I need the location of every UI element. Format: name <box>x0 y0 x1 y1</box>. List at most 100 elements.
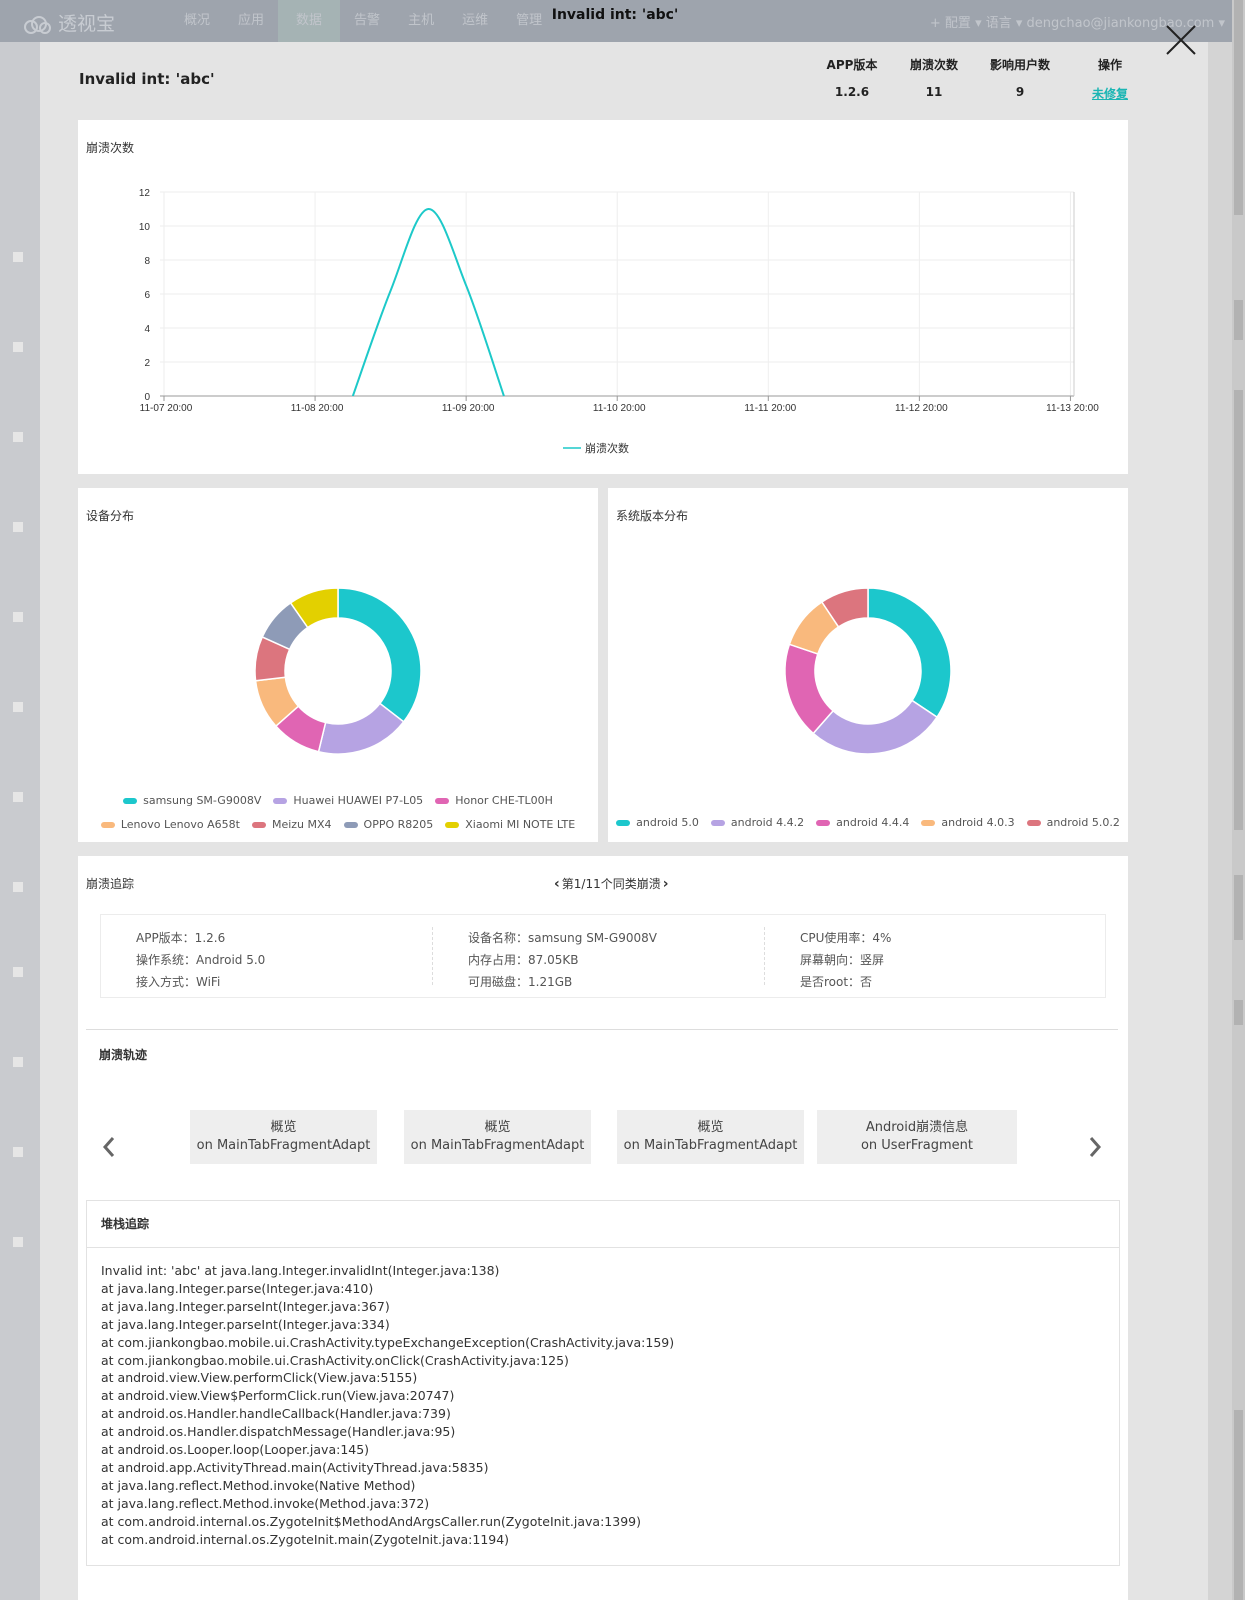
legend-label: android 5.0 <box>636 816 699 829</box>
background-sidebar <box>0 42 40 1600</box>
donut-slice[interactable] <box>867 587 952 719</box>
donut-slice[interactable] <box>784 643 835 735</box>
legend-item[interactable]: Lenovo Lenovo A658t <box>100 814 240 836</box>
stack-trace-line: Invalid int: 'abc' at java.lang.Integer.… <box>101 1263 500 1278</box>
crash-trace-panel: 崩溃追踪 ‹ 第1/11个同类崩溃 › APP版本：1.2.6 操作系统：Andr… <box>78 856 1128 1600</box>
scrollbar-thumb[interactable] <box>1234 390 1243 830</box>
background-sidebar-marker <box>13 522 23 532</box>
legend-swatch <box>921 820 936 826</box>
legend-swatch <box>343 822 358 828</box>
legend-label: OPPO R8205 <box>363 818 434 831</box>
info-item: 操作系统：Android 5.0 <box>136 953 266 967</box>
legend-item[interactable]: Xiaomi MI NOTE LTE <box>445 814 575 836</box>
info-separator <box>764 927 765 985</box>
chevron-left-icon[interactable]: ‹ <box>554 876 560 892</box>
stack-trace-line: at android.os.Handler.handleCallback(Han… <box>101 1406 451 1422</box>
trail-card-title: 概览 <box>270 1120 297 1135</box>
donut-slice[interactable] <box>812 699 939 755</box>
trail-card[interactable]: 概览 on MainTabFragmentAdapt <box>617 1110 804 1164</box>
os-distribution-panel: 系统版本分布 android 5.0 android 4.4.2 android 4… <box>608 488 1128 842</box>
summary-label: 操作 <box>1097 58 1122 72</box>
trail-prev-arrow-icon[interactable] <box>102 1136 116 1164</box>
stack-trace-line: at com.android.internal.os.ZygoteInit$Me… <box>101 1513 641 1529</box>
info-item: 接入方式：WiFi <box>136 975 221 989</box>
legend-item[interactable]: Honor CHE-TL00H <box>435 790 553 812</box>
info-item: 设备名称：samsung SM-G9008V <box>468 931 657 945</box>
legend-item[interactable]: Huawei HUAWEI P7-L05 <box>273 790 423 812</box>
trail-card[interactable]: Android崩溃信息 on UserFragment <box>817 1110 1017 1164</box>
chevron-right-icon[interactable]: › <box>663 876 669 892</box>
legend-item[interactable]: OPPO R8205 <box>343 814 434 836</box>
close-icon[interactable] <box>1163 22 1199 58</box>
legend-item[interactable]: android 4.0.3 <box>921 812 1015 834</box>
stack-trace-line: at android.view.View$PerformClick.run(Vi… <box>101 1388 455 1404</box>
stack-trace-title: 堆栈追踪 <box>87 1201 1119 1248</box>
info-column-device: 设备名称：samsung SM-G9008V 内存占用：87.05KB 可用磁盘：1… <box>468 927 657 993</box>
donut-slice[interactable] <box>337 587 422 723</box>
legend-item[interactable]: Meizu MX4 <box>251 814 332 836</box>
info-item: 屏幕朝向：竖屏 <box>800 953 885 967</box>
y-tick-label: 2 <box>144 358 150 369</box>
trail-card-title: Android崩溃信息 <box>865 1120 969 1135</box>
legend-item[interactable]: android 5.0 <box>616 812 699 834</box>
trail-card-location: on MainTabFragmentAdapt <box>623 1138 798 1153</box>
stack-trace-line: at android.os.Handler.dispatchMessage(Ha… <box>101 1424 456 1440</box>
legend-label[interactable]: 崩溃次数 <box>585 441 629 455</box>
scrollbar-thumb[interactable] <box>1234 0 1243 215</box>
mark-unfixed-link[interactable]: 未修复 <box>1080 85 1140 102</box>
background-sidebar-marker <box>13 1147 23 1157</box>
stack-trace-line: at com.android.internal.os.ZygoteInit.ma… <box>101 1531 510 1547</box>
stack-trace-body[interactable]: Invalid int: 'abc' at java.lang.Integer.… <box>87 1248 1119 1563</box>
info-item: 可用磁盘：1.21GB <box>468 975 573 989</box>
x-tick-label: 11-11 20:00 <box>744 403 796 414</box>
scrollbar-thumb[interactable] <box>1234 1000 1243 1025</box>
legend-label: Lenovo Lenovo A658t <box>120 818 240 831</box>
background-sidebar-marker <box>13 432 23 442</box>
background-sidebar-marker <box>13 792 23 802</box>
crash-trail-title: 崩溃轨迹 <box>99 1048 148 1062</box>
background-sidebar-marker <box>13 612 23 622</box>
background-sidebar-marker <box>13 1057 23 1067</box>
legend-label: Honor CHE-TL00H <box>455 794 553 807</box>
legend-item[interactable]: android 4.4.4 <box>816 812 909 834</box>
scrollbar-thumb[interactable] <box>1234 875 1243 940</box>
legend-label: Huawei HUAWEI P7-L05 <box>293 794 424 807</box>
crash-count-panel: 崩溃次数 0 2 4 6 8 10 12 11-07 20:00 11-08 20:00 11-0… <box>78 120 1128 474</box>
donut-slice[interactable] <box>317 702 405 755</box>
stack-trace-line: at java.lang.reflect.Method.invoke(Metho… <box>101 1495 430 1511</box>
info-column-app: APP版本：1.2.6 操作系统：Android 5.0 接入方式：WiFi <box>136 927 265 993</box>
trail-card-location: on UserFragment <box>860 1138 974 1153</box>
info-separator <box>432 927 433 985</box>
stack-trace-line: at java.lang.Integer.parseInt(Integer.ja… <box>101 1298 390 1314</box>
stack-trace-line: at java.lang.reflect.Method.invoke(Nativ… <box>101 1477 416 1493</box>
page-scrollbar[interactable] <box>1232 0 1245 1600</box>
legend-item[interactable]: android 5.0.2 <box>1026 812 1120 834</box>
stack-trace-line: at android.view.View.performClick(View.j… <box>101 1370 418 1386</box>
legend-label: samsung SM-G9008V <box>143 794 262 807</box>
device-chart-title: 设备分布 <box>86 509 135 523</box>
legend-swatch <box>123 798 138 804</box>
trail-card[interactable]: 概览 on MainTabFragmentAdapt <box>404 1110 591 1164</box>
scrollbar-thumb[interactable] <box>1234 300 1243 340</box>
y-tick-label: 6 <box>144 290 150 301</box>
background-sidebar-marker <box>13 1237 23 1247</box>
legend-swatch <box>100 822 115 828</box>
x-tick-label: 11-12 20:00 <box>895 403 948 414</box>
summary-app-version: APP版本 1.2.6 <box>820 56 884 99</box>
os-chart-title: 系统版本分布 <box>616 509 689 523</box>
same-crash-pager: ‹ 第1/11个同类崩溃 › <box>554 875 669 892</box>
legend-item[interactable]: android 4.4.2 <box>710 812 804 834</box>
trail-card-title: 概览 <box>697 1120 724 1135</box>
legend-item[interactable]: samsung SM-G9008V <box>123 790 261 812</box>
scrollbar-thumb[interactable] <box>1234 1410 1243 1600</box>
legend-swatch <box>616 820 631 826</box>
summary-crash-count: 崩溃次数 11 <box>902 56 966 99</box>
x-tick-label: 11-08 20:00 <box>291 403 344 414</box>
y-tick-label: 4 <box>144 324 150 335</box>
trail-card-location: on MainTabFragmentAdapt <box>196 1138 371 1153</box>
stack-trace-line: at java.lang.Integer.parse(Integer.java:… <box>101 1280 374 1296</box>
trail-card[interactable]: 概览 on MainTabFragmentAdapt <box>190 1110 377 1164</box>
stack-trace-line: at com.jiankongbao.mobile.ui.CrashActivi… <box>101 1352 569 1368</box>
trail-next-arrow-icon[interactable] <box>1088 1136 1102 1164</box>
device-donut-chart <box>254 587 422 755</box>
